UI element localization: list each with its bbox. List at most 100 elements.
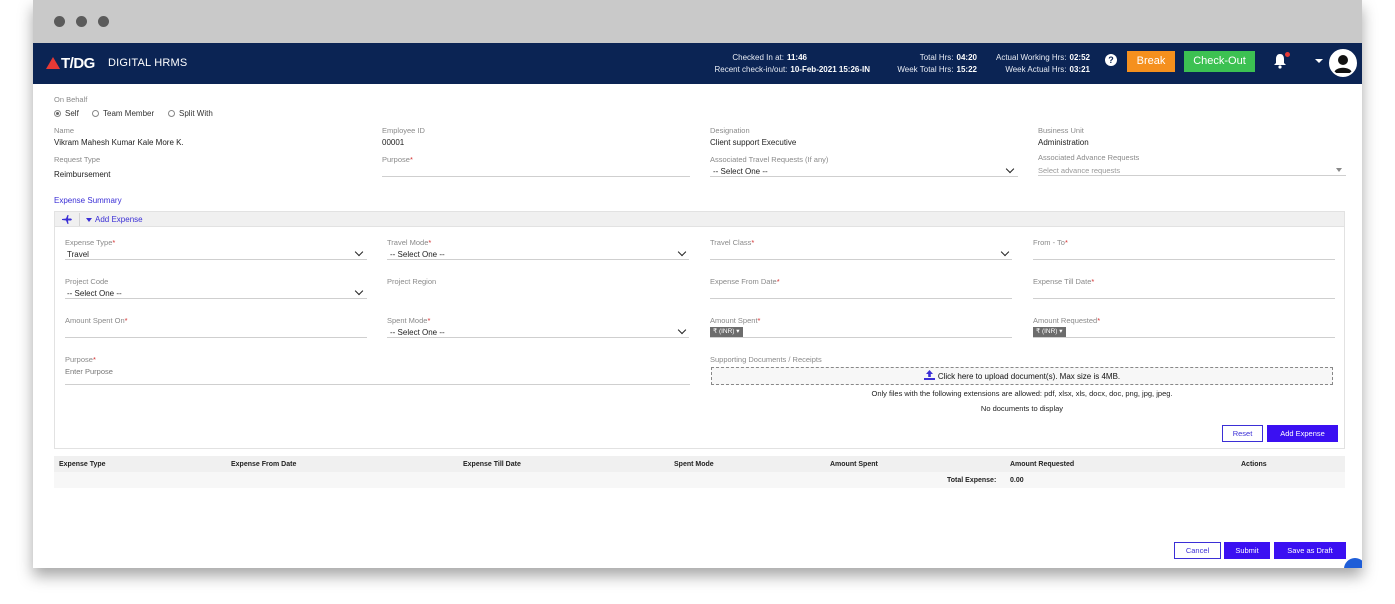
- amount-spent-on-label: Amount Spent On*: [65, 316, 128, 325]
- user-avatar[interactable]: [1329, 49, 1357, 77]
- upload-dropzone[interactable]: Click here to upload document(s). Max si…: [711, 367, 1333, 385]
- logo-text: T/DG: [61, 55, 95, 72]
- travel-requests-select[interactable]: -- Select One --: [713, 167, 768, 176]
- add-expense-toggle[interactable]: Add Expense: [95, 215, 143, 224]
- name-label: Name: [54, 126, 75, 135]
- required-marker: *: [1064, 238, 1068, 247]
- spent-mode-select[interactable]: -- Select One --: [390, 328, 445, 337]
- company-logo[interactable]: T/DG: [46, 55, 95, 72]
- purpose-label-text: Purpose: [382, 155, 410, 164]
- project-region-label: Project Region: [387, 277, 437, 286]
- expense-till-date-label-text: Expense Till Date: [1033, 277, 1092, 286]
- required-marker: *: [428, 238, 432, 247]
- advance-requests-select[interactable]: Select advance requests: [1038, 166, 1120, 175]
- travel-class-select[interactable]: [710, 259, 1012, 260]
- window-dot-icon[interactable]: [54, 16, 65, 27]
- window-dot-icon[interactable]: [76, 16, 87, 27]
- checked-in-value: 11:46: [786, 53, 807, 62]
- currency-label: ₹ (INR): [1036, 328, 1058, 335]
- save-as-draft-button[interactable]: Save as Draft: [1274, 542, 1346, 559]
- break-button[interactable]: Break: [1127, 51, 1175, 72]
- week-total-label: Week Total Hrs:: [897, 65, 954, 74]
- required-marker: *: [92, 355, 96, 364]
- required-marker: *: [427, 316, 431, 325]
- travel-mode-label: Travel Mode*: [387, 238, 431, 247]
- submit-button[interactable]: Submit: [1224, 542, 1270, 559]
- purpose-input[interactable]: [382, 176, 690, 177]
- expense-from-date-input[interactable]: [710, 298, 1012, 299]
- window-dot-icon[interactable]: [98, 16, 109, 27]
- travel-mode-select[interactable]: -- Select One --: [390, 250, 445, 259]
- travel-mode-label-text: Travel Mode: [387, 238, 429, 247]
- amount-requested-input[interactable]: [1033, 337, 1335, 338]
- employee-id-value: 00001: [382, 138, 405, 147]
- col-expense-type: Expense Type: [59, 461, 106, 468]
- add-expense-panel: Add Expense: [54, 211, 1345, 449]
- no-documents-text: No documents to display: [980, 404, 1064, 413]
- help-icon[interactable]: ?: [1105, 54, 1117, 66]
- caret-down-icon[interactable]: [1336, 168, 1342, 172]
- expense-purpose-label: Purpose*: [65, 355, 96, 364]
- project-code-underline: [65, 298, 367, 299]
- expense-type-label-text: Expense Type: [65, 238, 113, 247]
- project-code-label: Project Code: [65, 277, 109, 286]
- advance-requests-underline: [1038, 175, 1346, 176]
- expense-type-select[interactable]: Travel: [67, 250, 89, 259]
- airplane-icon[interactable]: [62, 215, 72, 224]
- cancel-button[interactable]: Cancel: [1174, 542, 1221, 559]
- expense-purpose-input[interactable]: Enter Purpose: [65, 367, 113, 376]
- expense-till-date-input[interactable]: [1033, 298, 1335, 299]
- logo-triangle-icon: [46, 57, 60, 69]
- request-type-label: Request Type: [54, 155, 101, 164]
- profile-menu-chevron-down-icon[interactable]: [1315, 59, 1323, 63]
- currency-dropdown[interactable]: ₹ (INR) ▾: [710, 327, 743, 337]
- total-hrs-stat: Total Hrs: 04:20: [883, 53, 977, 62]
- amount-spent-on-input[interactable]: [65, 337, 367, 338]
- week-actual-label: Week Actual Hrs:: [1005, 65, 1067, 74]
- reset-button[interactable]: Reset: [1222, 425, 1263, 442]
- amount-requested-label-text: Amount Requested: [1033, 316, 1098, 325]
- expense-from-date-label-text: Expense From Date: [710, 277, 777, 286]
- radio-split-with[interactable]: Split With: [168, 109, 213, 118]
- chevron-down-icon[interactable]: [1005, 164, 1015, 174]
- travel-requests-label: Associated Travel Requests (If any): [710, 155, 829, 164]
- add-expense-button[interactable]: Add Expense: [1267, 425, 1338, 442]
- on-behalf-label: On Behalf: [54, 95, 88, 104]
- currency-label: ₹ (INR): [713, 328, 735, 335]
- supporting-docs-label: Supporting Documents / Receipts: [710, 355, 822, 364]
- radio-unselected-icon: [168, 110, 175, 117]
- col-expense-till-date: Expense Till Date: [463, 461, 521, 468]
- business-unit-label: Business Unit: [1038, 126, 1084, 135]
- amount-spent-input[interactable]: [710, 337, 1012, 338]
- currency-dropdown[interactable]: ₹ (INR) ▾: [1033, 327, 1066, 337]
- chat-widget-button[interactable]: [1344, 558, 1362, 568]
- upload-icon: [923, 370, 935, 380]
- designation-label: Designation: [710, 126, 750, 135]
- check-out-button[interactable]: Check-Out: [1184, 51, 1255, 72]
- recent-value: 10-Feb-2021 15:26-IN: [790, 65, 870, 74]
- project-code-select[interactable]: -- Select One --: [67, 289, 122, 298]
- required-marker: *: [409, 155, 413, 164]
- extensions-note: Only files with the following extensions…: [871, 389, 1173, 398]
- radio-self[interactable]: Self: [54, 109, 79, 118]
- checked-in-stat: Checked In at: 11:46: [673, 53, 807, 62]
- radio-team-member[interactable]: Team Member: [92, 109, 154, 118]
- recent-label: Recent check-in/out:: [714, 65, 788, 74]
- expense-purpose-label-text: Purpose: [65, 355, 93, 364]
- caret-down-icon[interactable]: [86, 218, 92, 222]
- expense-type-label: Expense Type*: [65, 238, 115, 247]
- request-type-value: Reimbursement: [54, 170, 111, 179]
- total-hrs-value: 04:20: [956, 53, 977, 62]
- expense-table-header: Expense Type Expense From Date Expense T…: [54, 456, 1345, 472]
- travel-class-label: Travel Class*: [710, 238, 754, 247]
- from-to-input[interactable]: [1033, 259, 1335, 260]
- col-spent-mode: Spent Mode: [674, 461, 714, 468]
- week-actual-stat: Week Actual Hrs: 03:21: [983, 65, 1090, 74]
- amount-requested-label: Amount Requested*: [1033, 316, 1100, 325]
- actual-working-label: Actual Working Hrs:: [995, 53, 1067, 62]
- expense-purpose-underline: [65, 384, 690, 385]
- col-amount-requested: Amount Requested: [1010, 461, 1075, 468]
- expense-till-date-label: Expense Till Date*: [1033, 277, 1094, 286]
- name-value: Vikram Mahesh Kumar Kale More K.: [54, 138, 184, 147]
- expense-form: On Behalf Self Team Member Split With Na…: [33, 84, 1362, 568]
